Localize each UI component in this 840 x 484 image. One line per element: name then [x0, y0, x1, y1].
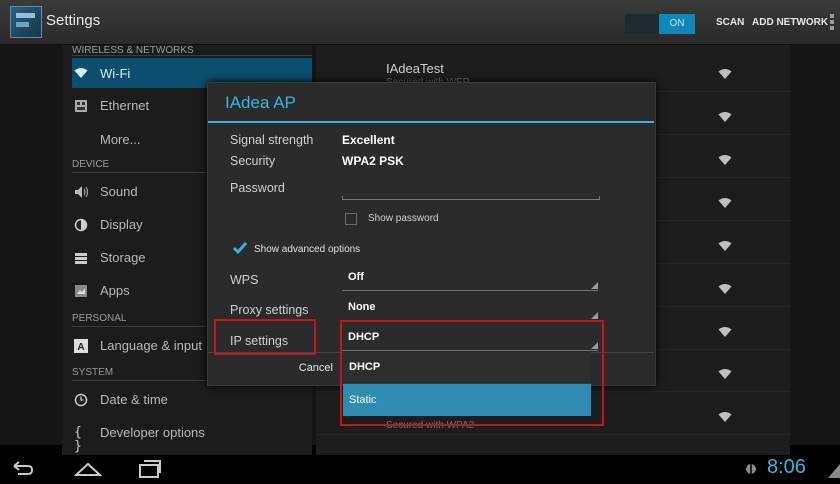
sidebar-item-label: Developer options	[100, 425, 205, 440]
signal-strength-value: Excellent	[342, 133, 395, 147]
sound-icon	[74, 185, 88, 199]
wifi-signal-icon	[718, 239, 732, 251]
section-header-wireless: WIRELESS & NETWORKS	[72, 45, 312, 56]
wifi-signal-icon	[718, 325, 732, 337]
proxy-settings-label: Proxy settings	[230, 303, 309, 317]
wifi-signal-icon	[718, 367, 732, 379]
network-status-icon	[744, 462, 758, 481]
sidebar-item-label: Wi-Fi	[100, 66, 131, 81]
recent-apps-icon[interactable]	[138, 459, 162, 484]
system-nav-bar	[0, 455, 840, 483]
wifi-toggle-on-label: ON	[659, 14, 695, 34]
scan-button[interactable]: SCAN	[716, 17, 744, 28]
network-name: IAdeaTest	[386, 61, 444, 76]
wifi-icon	[74, 67, 88, 81]
ethernet-icon	[74, 99, 88, 113]
wifi-signal-icon	[718, 410, 732, 422]
home-icon[interactable]	[73, 460, 103, 483]
wps-spinner[interactable]: Off	[342, 268, 598, 291]
action-bar	[0, 0, 840, 45]
signal-strength-icon	[828, 460, 840, 483]
sidebar-item-label: Sound	[100, 184, 138, 199]
apps-icon	[74, 284, 88, 298]
proxy-spinner[interactable]: None	[342, 298, 598, 321]
signal-strength-label: Signal strength	[230, 133, 314, 147]
sidebar-item-label: Date & time	[100, 392, 168, 407]
sidebar-item-label: Storage	[100, 250, 146, 265]
sidebar-item-developer[interactable]: { } Developer options	[72, 417, 312, 454]
storage-icon	[74, 251, 88, 265]
cancel-button[interactable]: Cancel	[208, 353, 338, 383]
display-icon	[74, 218, 88, 232]
security-label: Security	[230, 154, 276, 168]
show-advanced-label: Show advanced options	[254, 244, 361, 255]
spinner-arrow-icon	[591, 282, 598, 289]
back-icon[interactable]	[10, 460, 34, 483]
wps-label: WPS	[230, 273, 259, 287]
spinner-arrow-icon	[591, 312, 598, 319]
wifi-signal-icon	[718, 153, 732, 165]
sidebar-item-label: Display	[100, 217, 143, 232]
settings-app-icon[interactable]	[10, 6, 42, 38]
status-clock: 8:06	[767, 456, 806, 478]
cancel-button-label: Cancel	[298, 362, 333, 374]
add-network-button[interactable]: ADD NETWORK	[752, 17, 828, 28]
show-advanced-checkbox[interactable]	[232, 241, 248, 255]
wifi-signal-icon	[718, 282, 732, 294]
wifi-signal-icon	[718, 67, 732, 79]
show-password-checkbox[interactable]	[345, 213, 357, 225]
language-icon: A	[74, 339, 88, 353]
show-password-label: Show password	[368, 213, 439, 224]
sidebar-item-label: More...	[100, 132, 141, 147]
wps-value: Off	[348, 271, 364, 283]
dialog-title: IAdea AP	[225, 93, 296, 112]
clock-icon	[74, 393, 88, 407]
braces-icon: { }	[74, 425, 82, 454]
highlight-box-ip-options	[340, 320, 604, 426]
wifi-signal-icon	[718, 196, 732, 208]
dialog-title-divider	[208, 121, 654, 123]
wifi-toggle[interactable]: ON	[625, 14, 695, 34]
page-title: Settings	[46, 12, 101, 29]
sidebar-item-label: Ethernet	[100, 98, 150, 113]
svg-text:A: A	[77, 342, 84, 353]
overflow-menu-icon[interactable]	[830, 14, 834, 32]
proxy-value: None	[348, 301, 376, 313]
password-label: Password	[230, 181, 285, 195]
wifi-signal-icon	[718, 110, 732, 122]
highlight-box-ip-label	[214, 319, 316, 355]
sidebar-item-label: Apps	[100, 283, 130, 298]
sidebar-item-label: Language & input	[100, 338, 202, 353]
password-field[interactable]	[342, 196, 600, 200]
sidebar-item-date-time[interactable]: Date & time	[72, 384, 312, 416]
security-value: WPA2 PSK	[342, 154, 404, 168]
